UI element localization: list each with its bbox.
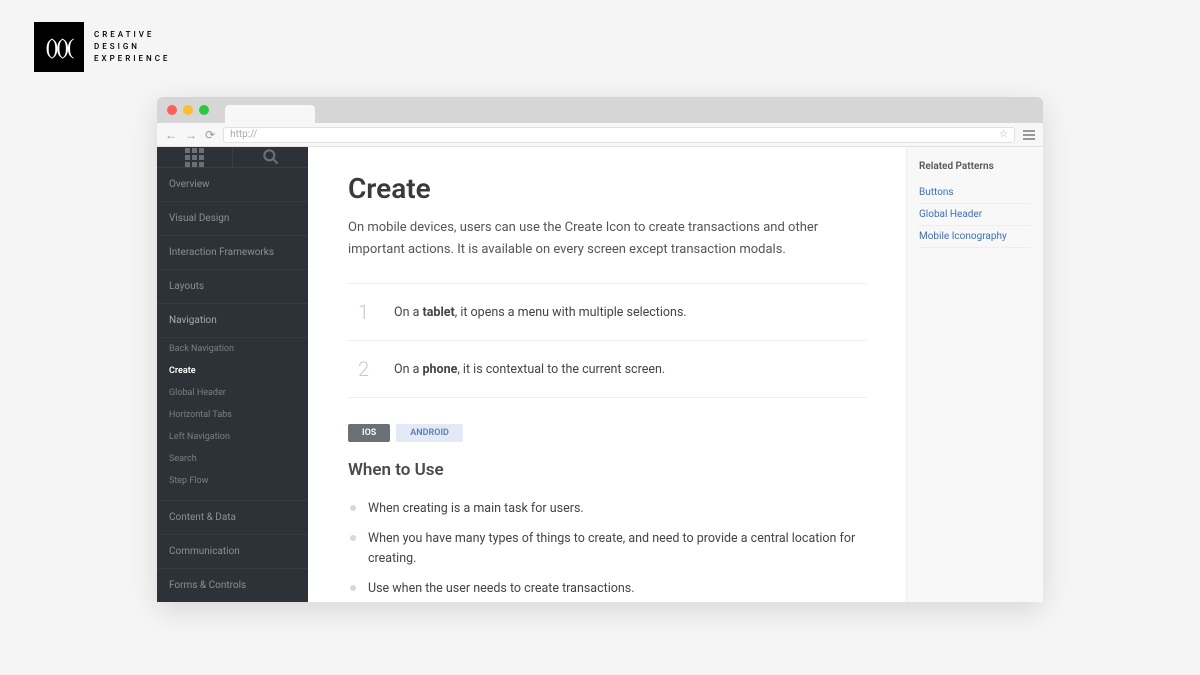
numbered-item-2: 2 On a phone, it is contextual to the cu… <box>348 341 866 398</box>
grid-icon <box>185 148 204 167</box>
related-panel: Related Patterns Buttons Global Header M… <box>906 147 1043 602</box>
related-link-global-header[interactable]: Global Header <box>919 204 1031 226</box>
sidebar-sub-horizontal-tabs[interactable]: Horizontal Tabs <box>157 404 308 426</box>
when-to-use-list: When creating is a main task for users. … <box>348 494 866 602</box>
apps-grid-button[interactable] <box>157 147 233 167</box>
sidebar-sub-search[interactable]: Search <box>157 448 308 470</box>
sidebar-item-layouts[interactable]: Layouts <box>157 270 308 304</box>
numbered-list: 1 On a tablet, it opens a menu with mult… <box>348 283 866 398</box>
brand-text: CREATIVE DESIGN EXPERIENCE <box>94 29 170 65</box>
sidebar-item-overview[interactable]: Overview <box>157 168 308 202</box>
app-viewport: Overview Visual Design Interaction Frame… <box>157 147 1043 602</box>
address-bar[interactable]: http:// ☆ <box>223 127 1015 143</box>
maximize-icon[interactable] <box>199 105 209 115</box>
sidebar-sub-global-header[interactable]: Global Header <box>157 382 308 404</box>
tab-android[interactable]: ANDROID <box>396 424 463 442</box>
sidebar-sub-back-navigation[interactable]: Back Navigation <box>157 338 308 360</box>
browser-tab[interactable] <box>225 105 315 123</box>
sidebar-sub-left-navigation[interactable]: Left Navigation <box>157 426 308 448</box>
sidebar-item-visual-design[interactable]: Visual Design <box>157 202 308 236</box>
numbered-item-1: 1 On a tablet, it opens a menu with mult… <box>348 284 866 341</box>
list-item: When creating is a main task for users. <box>348 494 866 524</box>
sidebar: Overview Visual Design Interaction Frame… <box>157 147 308 602</box>
url-text: http:// <box>230 129 257 140</box>
tab-ios[interactable]: IOS <box>348 424 390 442</box>
back-icon[interactable]: ← <box>165 128 177 142</box>
sidebar-section-navigation[interactable]: Navigation <box>157 304 308 338</box>
item-number: 1 <box>358 300 374 324</box>
related-link-mobile-iconography[interactable]: Mobile Iconography <box>919 226 1031 248</box>
browser-toolbar: ← → ⟳ http:// ☆ <box>157 123 1043 147</box>
sidebar-item-forms-controls[interactable]: Forms & Controls <box>157 569 308 602</box>
page-lead: On mobile devices, users can use the Cre… <box>348 217 866 261</box>
sidebar-item-interaction-frameworks[interactable]: Interaction Frameworks <box>157 236 308 270</box>
search-icon <box>261 147 281 167</box>
browser-window: ← → ⟳ http:// ☆ Overvi <box>157 97 1043 602</box>
sidebar-header <box>157 147 308 168</box>
sidebar-item-content-data[interactable]: Content & Data <box>157 501 308 535</box>
close-icon[interactable] <box>167 105 177 115</box>
page-title: Create <box>348 172 866 205</box>
section-when-to-use: When to Use <box>348 460 866 480</box>
browser-titlebar <box>157 97 1043 123</box>
bookmark-icon[interactable]: ☆ <box>999 129 1008 140</box>
item-text: On a phone, it is contextual to the curr… <box>394 362 665 377</box>
minimize-icon[interactable] <box>183 105 193 115</box>
main-content: Create On mobile devices, users can use … <box>308 147 906 602</box>
list-item: When you have many types of things to cr… <box>348 524 866 574</box>
search-button[interactable] <box>233 147 308 167</box>
forward-icon[interactable]: → <box>185 128 197 142</box>
sidebar-subgroup: Back Navigation Create Global Header Hor… <box>157 338 308 501</box>
page-brand: ()()( CREATIVE DESIGN EXPERIENCE <box>34 22 170 72</box>
related-title: Related Patterns <box>919 161 1031 172</box>
related-link-buttons[interactable]: Buttons <box>919 182 1031 204</box>
reload-icon[interactable]: ⟳ <box>205 128 215 142</box>
platform-tabs: IOS ANDROID <box>348 424 866 442</box>
list-item: Use when the user needs to create transa… <box>348 574 866 602</box>
item-text: On a tablet, it opens a menu with multip… <box>394 305 687 320</box>
sidebar-sub-create[interactable]: Create <box>157 360 308 382</box>
sidebar-sub-step-flow[interactable]: Step Flow <box>157 470 308 492</box>
hamburger-icon[interactable] <box>1023 130 1035 140</box>
sidebar-item-communication[interactable]: Communication <box>157 535 308 569</box>
item-number: 2 <box>358 357 374 381</box>
brand-logo: ()()( <box>34 22 84 72</box>
